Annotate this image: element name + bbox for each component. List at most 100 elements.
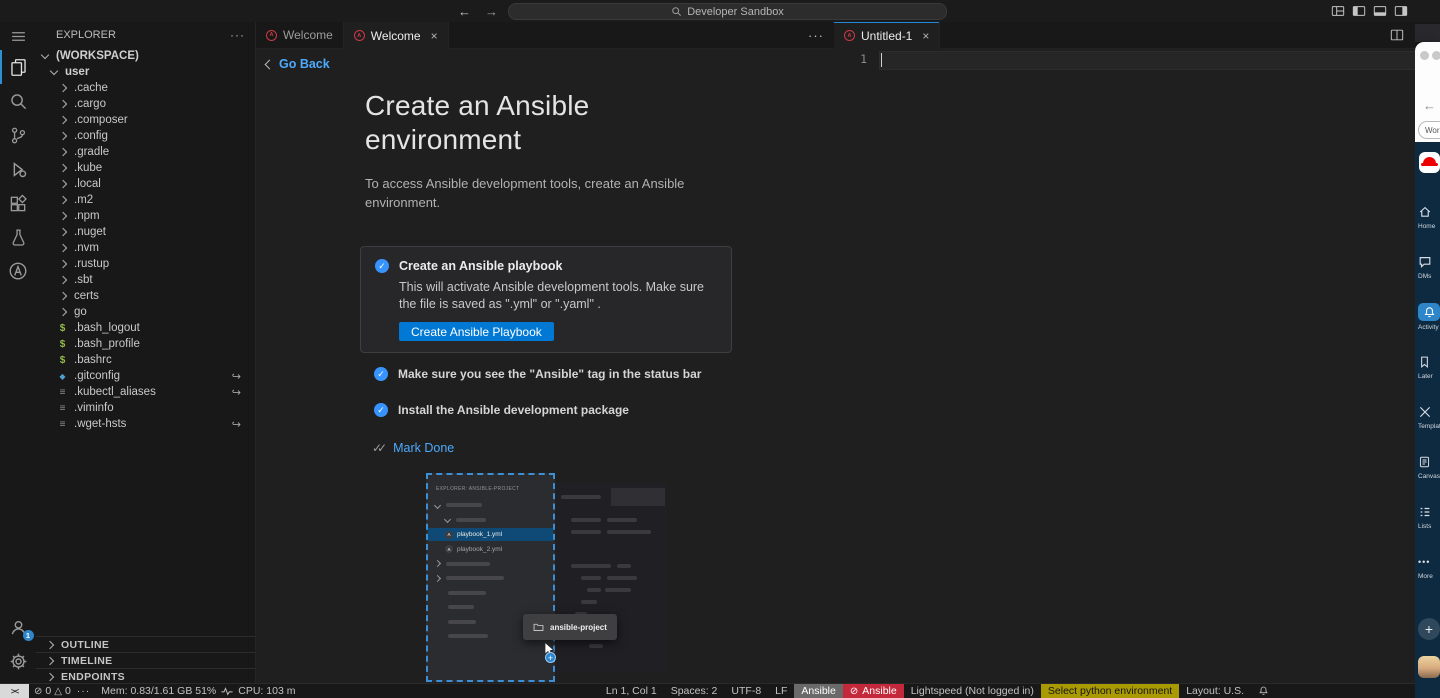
tree-item[interactable]: .rustup	[36, 256, 255, 272]
activity-ansible-icon[interactable]	[0, 254, 36, 288]
tree-item[interactable]: ≡.viminfo	[36, 400, 255, 416]
remote-indicator[interactable]: ><	[0, 684, 29, 698]
editor-actions-more-icon[interactable]: ···	[808, 28, 824, 43]
nav-forward-icon[interactable]: →	[485, 4, 498, 19]
activity-run-debug-icon[interactable]	[0, 152, 36, 186]
lightspeed-status[interactable]: Lightspeed (Not logged in)	[904, 684, 1041, 698]
side-app-nav-templates[interactable]: Templates	[1418, 403, 1440, 430]
side-app-nav-activity[interactable]: Activity	[1418, 303, 1440, 331]
side-app-sidebar: Home DMs Activity Later Templates Canvases Lis…	[1415, 142, 1440, 698]
problems-status[interactable]: ⊘ 0 △ 0	[34, 685, 71, 697]
walkthrough-step[interactable]: ✓Install the Ansible development package	[360, 403, 732, 417]
keyboard-layout[interactable]: Layout: U.S.	[1179, 684, 1251, 698]
tree-item[interactable]: $.bash_logout	[36, 320, 255, 336]
user-avatar[interactable]	[1418, 656, 1440, 678]
toggle-secondary-sidebar-icon[interactable]	[1394, 4, 1408, 18]
tree-item[interactable]: .nvm	[36, 240, 255, 256]
indentation[interactable]: Spaces: 2	[664, 684, 725, 698]
tree-item[interactable]: .cargo	[36, 96, 255, 112]
walkthrough-step[interactable]: ✓Make sure you see the "Ansible" tag in …	[360, 367, 732, 381]
cursor-position[interactable]: Ln 1, Col 1	[599, 684, 664, 698]
step-label: Make sure you see the "Ansible" tag in t…	[398, 367, 701, 381]
side-app-search[interactable]: Work	[1418, 121, 1440, 139]
side-app-nav-dms[interactable]: DMs	[1418, 253, 1440, 280]
tree-item[interactable]: .nuget	[36, 224, 255, 240]
sidebar-section-outline[interactable]: OUTLINE	[36, 636, 255, 652]
activity-testing-icon[interactable]	[0, 220, 36, 254]
tree-item[interactable]: .gradle	[36, 144, 255, 160]
command-center-search[interactable]: Developer Sandbox	[508, 3, 947, 20]
close-tab-icon[interactable]: ×	[922, 29, 929, 43]
memory-usage[interactable]: Mem: 0.83/1.61 GB 51%	[96, 685, 221, 697]
tree-item[interactable]: .sbt	[36, 272, 255, 288]
tree-item[interactable]: user	[36, 64, 255, 80]
tab-welcome[interactable]: AWelcome×	[344, 22, 449, 49]
status-more-icon[interactable]: ···	[71, 685, 97, 697]
add-button[interactable]: +	[1418, 618, 1440, 640]
tree-item-label: .nvm	[74, 242, 99, 254]
command-center-label: Developer Sandbox	[687, 6, 784, 18]
nav-back-icon[interactable]: ←	[458, 4, 471, 19]
tree-item[interactable]: $.bashrc	[36, 352, 255, 368]
settings-button[interactable]	[0, 644, 36, 678]
encoding[interactable]: UTF-8	[724, 684, 768, 698]
mark-done-link[interactable]: ✓✓ Mark Done	[372, 441, 454, 455]
python-environment[interactable]: Select python environment	[1041, 684, 1179, 698]
side-app-nav-lists[interactable]: Lists	[1418, 503, 1440, 530]
ansible-file-icon: A	[266, 30, 277, 41]
tree-item[interactable]: .kube	[36, 160, 255, 176]
tree-item[interactable]: $.bash_profile	[36, 336, 255, 352]
side-app-back-icon[interactable]: ←	[1423, 98, 1436, 113]
close-tab-icon[interactable]: ×	[431, 29, 438, 43]
tree-item[interactable]: .local	[36, 176, 255, 192]
workspace-logo[interactable]	[1419, 152, 1440, 173]
tree-item[interactable]: (WORKSPACE)	[36, 48, 255, 64]
activity-search-icon[interactable]	[0, 84, 36, 118]
accounts-button[interactable]: 1	[0, 610, 36, 644]
tree-item[interactable]: ≡.kubectl_aliases↪	[36, 384, 255, 400]
cpu-usage[interactable]: CPU: 103 m	[233, 685, 300, 697]
tree-item[interactable]: .cache	[36, 80, 255, 96]
activity-source-control-icon[interactable]	[0, 118, 36, 152]
side-app-nav-home[interactable]: Home	[1418, 203, 1440, 230]
tree-item[interactable]: .npm	[36, 208, 255, 224]
activity-extensions-icon[interactable]	[0, 186, 36, 220]
side-app-nav-later[interactable]: Later	[1418, 353, 1440, 380]
activity-menu-icon[interactable]	[0, 22, 36, 50]
tab-welcome[interactable]: AWelcome	[256, 22, 344, 48]
line-number: 1	[851, 52, 867, 66]
sidebar-section-endpoints[interactable]: ENDPOINTS	[36, 668, 255, 684]
notifications[interactable]	[1251, 684, 1276, 698]
text-editor[interactable]: 1	[834, 49, 1440, 684]
eol[interactable]: LF	[768, 684, 794, 698]
toggle-primary-sidebar-icon[interactable]	[1352, 4, 1366, 18]
side-app-nav-label: DMs	[1418, 273, 1440, 280]
chevron-right-icon	[59, 116, 67, 124]
tree-item[interactable]: ◆.gitconfig↪	[36, 368, 255, 384]
tree-item[interactable]: go	[36, 304, 255, 320]
split-editor-icon[interactable]	[1390, 28, 1404, 42]
sidebar-section-timeline[interactable]: TIMELINE	[36, 652, 255, 668]
customize-layout-icon[interactable]	[1331, 4, 1345, 18]
ansible-status[interactable]: ⊘Ansible	[843, 684, 904, 698]
tree-item[interactable]: .m2	[36, 192, 255, 208]
side-app-nav-more[interactable]: •••More	[1418, 553, 1440, 580]
red-hat-icon	[1421, 163, 1438, 166]
language-mode[interactable]: Ansible	[794, 684, 842, 698]
tree-item[interactable]: ≡.wget-hsts↪	[36, 416, 255, 432]
tree-item-label: .bashrc	[74, 354, 112, 366]
tree-item[interactable]: .config	[36, 128, 255, 144]
activity-explorer-icon[interactable]	[0, 50, 36, 84]
tree-item[interactable]: certs	[36, 288, 255, 304]
python-environment-label: Select python environment	[1048, 685, 1172, 697]
traffic-light-icon[interactable]	[1420, 51, 1429, 60]
explorer-more-icon[interactable]: ···	[230, 28, 245, 42]
go-back-link[interactable]: Go Back	[256, 49, 330, 71]
toggle-panel-icon[interactable]	[1373, 4, 1387, 18]
traffic-light-icon[interactable]	[1432, 51, 1440, 60]
tree-item[interactable]: .composer	[36, 112, 255, 128]
canvas-icon	[1418, 453, 1438, 470]
side-app-nav-canvases[interactable]: Canvases	[1418, 453, 1440, 480]
create-ansible-playbook-button[interactable]: Create Ansible Playbook	[399, 322, 554, 341]
tab-untitled-1[interactable]: A Untitled-1 ×	[834, 22, 940, 49]
